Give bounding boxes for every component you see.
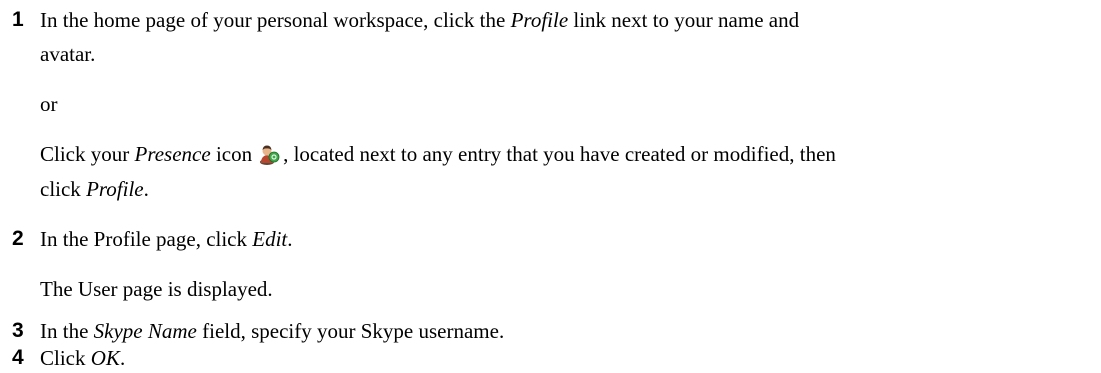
text: The User page is displayed. <box>40 277 273 301</box>
text: In the <box>40 319 94 343</box>
text: Click <box>40 346 91 370</box>
text: In the Profile page, click <box>40 227 253 251</box>
step-1-text-line1: In the home page of your personal worksp… <box>40 8 799 33</box>
edit-ref: Edit <box>252 227 288 251</box>
step-number: 2 <box>12 227 24 250</box>
text: or <box>40 92 58 116</box>
text: In the home page of your personal worksp… <box>40 8 511 32</box>
step-2-text-line1: In the Profile page, click Edit. <box>40 227 293 252</box>
step-3-text-line1: In the Skype Name field, specify your Sk… <box>40 319 504 344</box>
profile-ref: Profile <box>86 177 144 201</box>
text: , located next to any entry that you hav… <box>283 142 836 166</box>
step-number: 3 <box>12 319 24 342</box>
text: avatar. <box>40 42 96 66</box>
text: field, specify your Skype username. <box>196 319 505 343</box>
profile-link-ref: Profile <box>510 8 569 32</box>
text: . <box>287 227 293 251</box>
step-1-text-line2: avatar. <box>40 42 95 67</box>
text: icon <box>210 142 253 166</box>
step-1-alt-line2: click Profile. <box>40 177 149 202</box>
step-number: 1 <box>12 8 24 31</box>
step-2-result: The User page is displayed. <box>40 277 273 302</box>
presence-icon <box>258 143 280 165</box>
text: . <box>143 177 149 201</box>
step-4-text-line1: Click OK. <box>40 346 125 371</box>
ok-ref: OK <box>90 346 120 370</box>
or-separator: or <box>40 92 58 117</box>
step-1-alt-line1: Click your Presence icon , located next … <box>40 142 836 167</box>
text: link next to your name and <box>568 8 800 32</box>
presence-ref: Presence <box>134 142 211 166</box>
text: . <box>119 346 126 370</box>
text: click <box>40 177 87 201</box>
step-number: 4 <box>12 346 24 369</box>
skype-name-ref: Skype Name <box>93 319 197 343</box>
text: Click your <box>40 142 135 166</box>
